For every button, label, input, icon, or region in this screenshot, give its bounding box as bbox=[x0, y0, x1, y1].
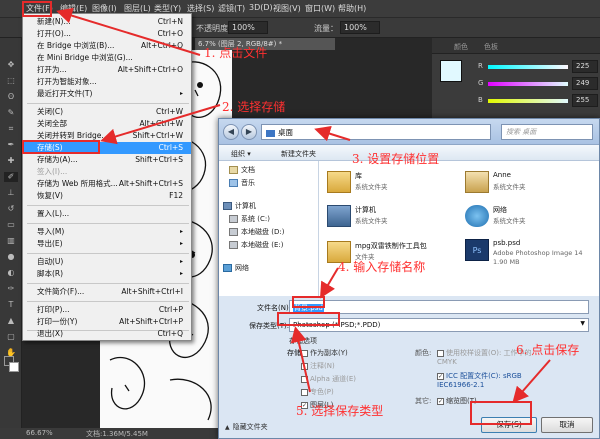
annotation-step-2: 2. 选择存储 bbox=[222, 100, 286, 114]
annotation-step-6: 6. 点击保存 bbox=[516, 343, 580, 357]
annotation-step-3: 3. 设置存储位置 bbox=[352, 152, 440, 166]
annotation-step-5: 5. 选择保存类型 bbox=[296, 404, 384, 418]
annotation-step-1: 1. 点击文件 bbox=[204, 46, 268, 60]
annotation-step-4: 4. 输入存储名称 bbox=[338, 260, 426, 274]
annotation-arrows bbox=[56, 7, 551, 404]
